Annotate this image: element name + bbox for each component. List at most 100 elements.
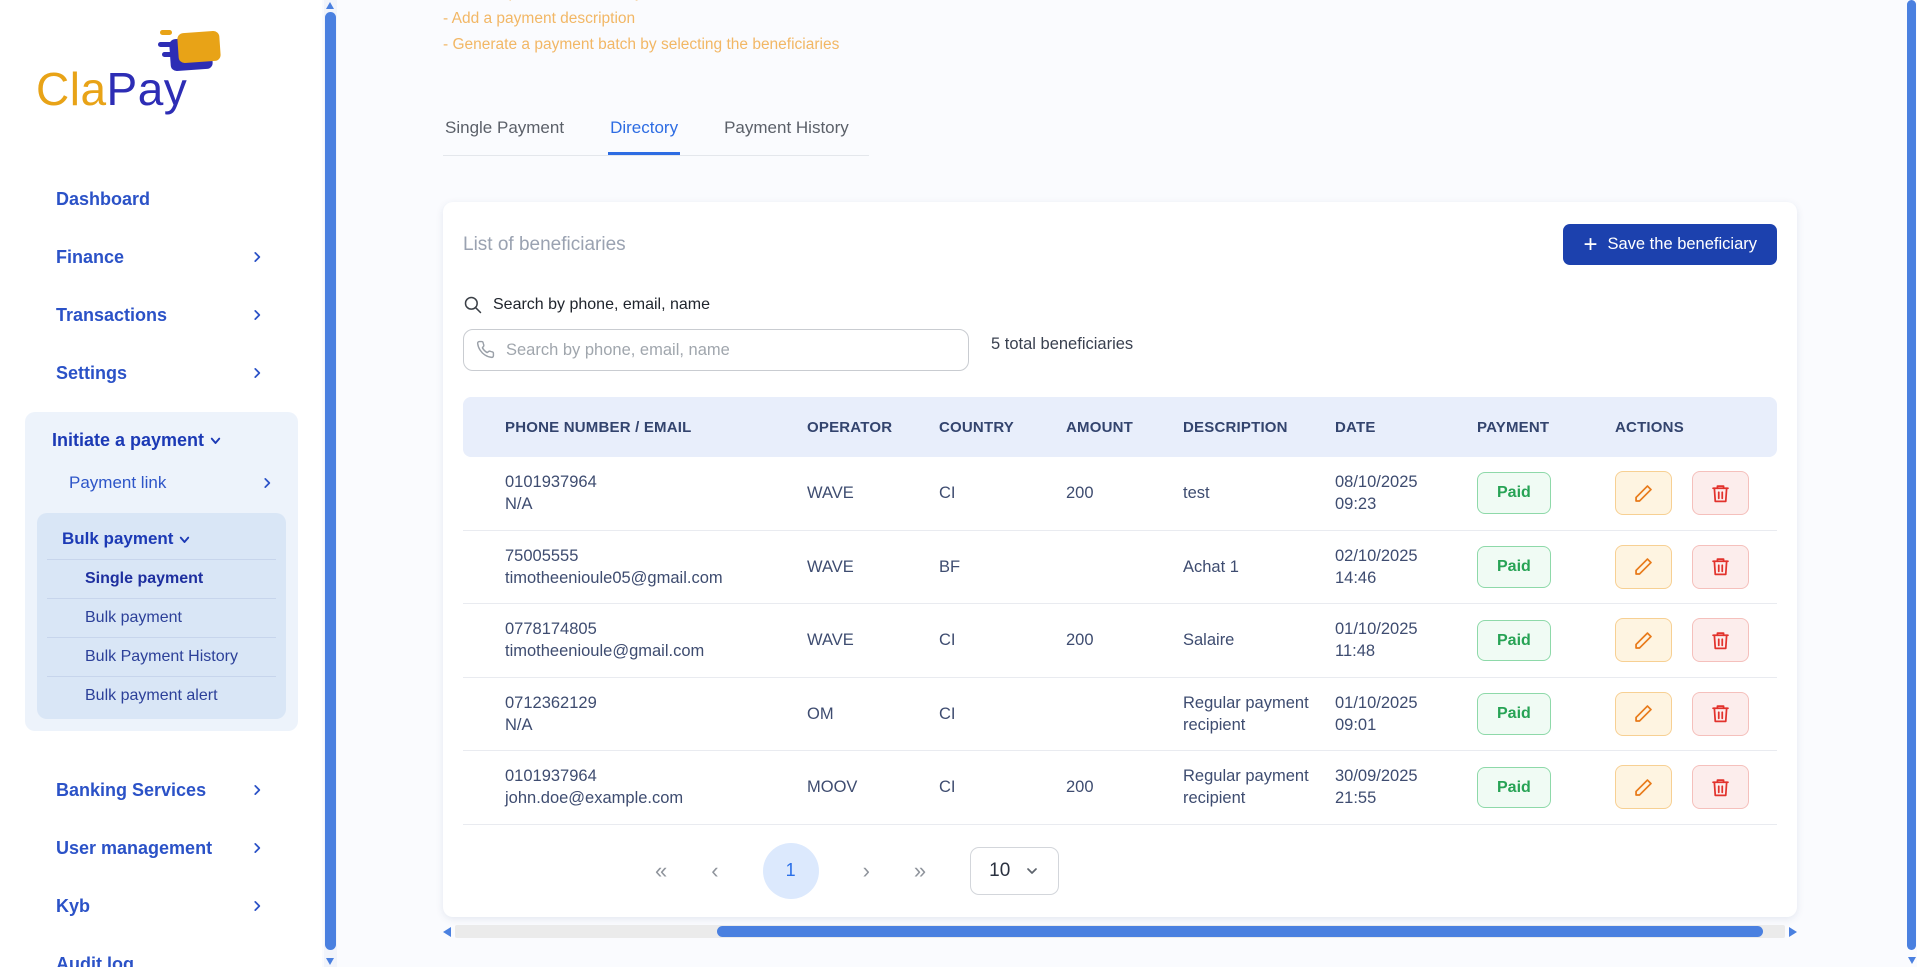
row-email: N/A — [505, 493, 797, 515]
sidebar-item-label: Dashboard — [56, 189, 150, 210]
actions-cell — [1615, 692, 1777, 736]
scroll-left-arrow[interactable] — [443, 927, 451, 937]
sidebar-item-bulk-payment[interactable]: Bulk payment — [47, 598, 276, 637]
previous-page-button[interactable]: ‹ — [711, 858, 718, 884]
payment-cell: Paid — [1477, 767, 1615, 809]
sidebar-item-kyb[interactable]: Kyb — [0, 877, 322, 935]
sidebar-item-dashboard[interactable]: Dashboard — [0, 170, 322, 228]
row-email: john.doe@example.com — [505, 787, 797, 809]
row-operator: WAVE — [807, 556, 939, 578]
sidebar-item-initiate-a-payment[interactable]: Initiate a payment — [37, 422, 286, 459]
save-beneficiary-button[interactable]: + Save the beneficiary — [1563, 224, 1777, 265]
row-date: 08/10/2025 — [1335, 471, 1467, 493]
table-row: 0101937964 N/A WAVE CI 200 test 08/10/20… — [463, 457, 1777, 531]
sidebar-item-single-payment[interactable]: Single payment — [47, 559, 276, 598]
delete-button[interactable] — [1692, 618, 1749, 662]
row-time: 11:48 — [1335, 640, 1467, 662]
search-input[interactable] — [463, 329, 969, 371]
paid-badge: Paid — [1477, 620, 1551, 662]
instruction-line: - Add a payment description — [443, 6, 1797, 32]
row-date: 30/09/2025 — [1335, 765, 1467, 787]
beneficiaries-panel: List of beneficiaries + Save the benefic… — [443, 202, 1797, 917]
pencil-icon — [1633, 777, 1654, 798]
tab-payment-history[interactable]: Payment History — [722, 114, 851, 155]
initiate-payment-section: Initiate a payment Payment link Bulk pay… — [25, 412, 298, 731]
scroll-up-arrow[interactable] — [326, 2, 334, 9]
last-page-button[interactable]: » — [914, 858, 926, 884]
edit-button[interactable] — [1615, 545, 1672, 589]
scroll-down-arrow[interactable] — [326, 958, 334, 965]
sidebar-nav: Dashboard Finance Transactions Settings … — [0, 170, 322, 967]
edit-button[interactable] — [1615, 471, 1672, 515]
window-scroll-down-arrow[interactable] — [1908, 957, 1916, 964]
phone-email-cell: 0101937964 N/A — [505, 471, 807, 516]
edit-button[interactable] — [1615, 765, 1672, 809]
row-description: Regular payment recipient — [1183, 692, 1335, 737]
sidebar-item-label: Banking Services — [56, 780, 206, 801]
column-header: OPERATOR — [807, 419, 939, 436]
row-date: 01/10/2025 — [1335, 618, 1467, 640]
total-beneficiaries-text: 5 total beneficiaries — [991, 329, 1133, 354]
actions-cell — [1615, 471, 1777, 515]
row-country: CI — [939, 629, 1066, 651]
trash-icon — [1710, 777, 1731, 798]
scroll-right-arrow[interactable] — [1789, 927, 1797, 937]
row-phone: 0712362129 — [505, 692, 797, 714]
edit-button[interactable] — [1615, 692, 1672, 736]
trash-icon — [1710, 483, 1731, 504]
tab-directory[interactable]: Directory — [608, 114, 680, 155]
delete-button[interactable] — [1692, 471, 1749, 515]
actions-cell — [1615, 765, 1777, 809]
row-country: BF — [939, 556, 1066, 578]
phone-email-cell: 0778174805 timotheenioule@gmail.com — [505, 618, 807, 663]
row-time: 21:55 — [1335, 787, 1467, 809]
actions-cell — [1615, 618, 1777, 662]
row-email: timotheenioule05@gmail.com — [505, 567, 797, 589]
sidebar-item-bulk-payment-group[interactable]: Bulk payment — [47, 521, 276, 559]
pencil-icon — [1633, 556, 1654, 577]
window-scrollbar-thumb[interactable] — [1907, 0, 1916, 950]
sidebar-item-payment-link[interactable]: Payment link — [37, 459, 286, 507]
phone-email-cell: 0101937964 john.doe@example.com — [505, 765, 807, 810]
sidebar-item-label: Bulk payment — [62, 529, 173, 549]
edit-button[interactable] — [1615, 618, 1672, 662]
row-description: test — [1183, 482, 1335, 504]
pagination: « ‹ 1 › » 10 — [463, 843, 1777, 899]
sidebar-item-finance[interactable]: Finance — [0, 228, 322, 286]
page-size-select[interactable]: 10 — [970, 847, 1059, 895]
search-icon — [463, 295, 483, 315]
sidebar-scrollbar[interactable] — [324, 0, 337, 967]
row-date: 02/10/2025 — [1335, 545, 1467, 567]
sidebar-item-banking-services[interactable]: Banking Services — [0, 761, 322, 819]
row-amount: 200 — [1066, 629, 1183, 651]
date-cell: 08/10/2025 09:23 — [1335, 471, 1477, 516]
sidebar-item-label: Audit log — [56, 954, 134, 967]
horizontal-scrollbar-track[interactable] — [455, 925, 1785, 938]
sidebar-item-label: Initiate a payment — [52, 430, 204, 451]
chevron-down-icon — [1024, 863, 1040, 879]
sidebar-item-transactions[interactable]: Transactions — [0, 286, 322, 344]
delete-button[interactable] — [1692, 692, 1749, 736]
row-phone: 0101937964 — [505, 471, 797, 493]
first-page-button[interactable]: « — [655, 858, 667, 884]
page-number-button[interactable]: 1 — [763, 843, 819, 899]
horizontal-scrollbar[interactable] — [443, 925, 1797, 939]
next-page-button[interactable]: › — [863, 858, 870, 884]
sidebar-item-settings[interactable]: Settings — [0, 344, 322, 402]
bulk-payment-group: Bulk payment Single payment Bulk payment… — [37, 513, 286, 719]
sidebar-item-audit-log[interactable]: Audit log — [0, 935, 322, 967]
payment-instructions: - Select operator and country - Add a pa… — [443, 0, 1797, 58]
sidebar-item-bulk-payment-history[interactable]: Bulk Payment History — [47, 637, 276, 676]
delete-button[interactable] — [1692, 545, 1749, 589]
tab-single-payment[interactable]: Single Payment — [443, 114, 566, 155]
sidebar-item-user-management[interactable]: User management — [0, 819, 322, 877]
plus-icon: + — [1583, 237, 1597, 253]
row-time: 09:23 — [1335, 493, 1467, 515]
horizontal-scrollbar-thumb[interactable] — [717, 926, 1763, 937]
sidebar-item-bulk-payment-alert[interactable]: Bulk payment alert — [47, 676, 276, 715]
delete-button[interactable] — [1692, 765, 1749, 809]
sidebar-item-label: Kyb — [56, 896, 90, 917]
sidebar-scrollbar-thumb[interactable] — [325, 12, 336, 950]
column-header: DATE — [1335, 419, 1477, 436]
sidebar-item-label: User management — [56, 838, 212, 859]
